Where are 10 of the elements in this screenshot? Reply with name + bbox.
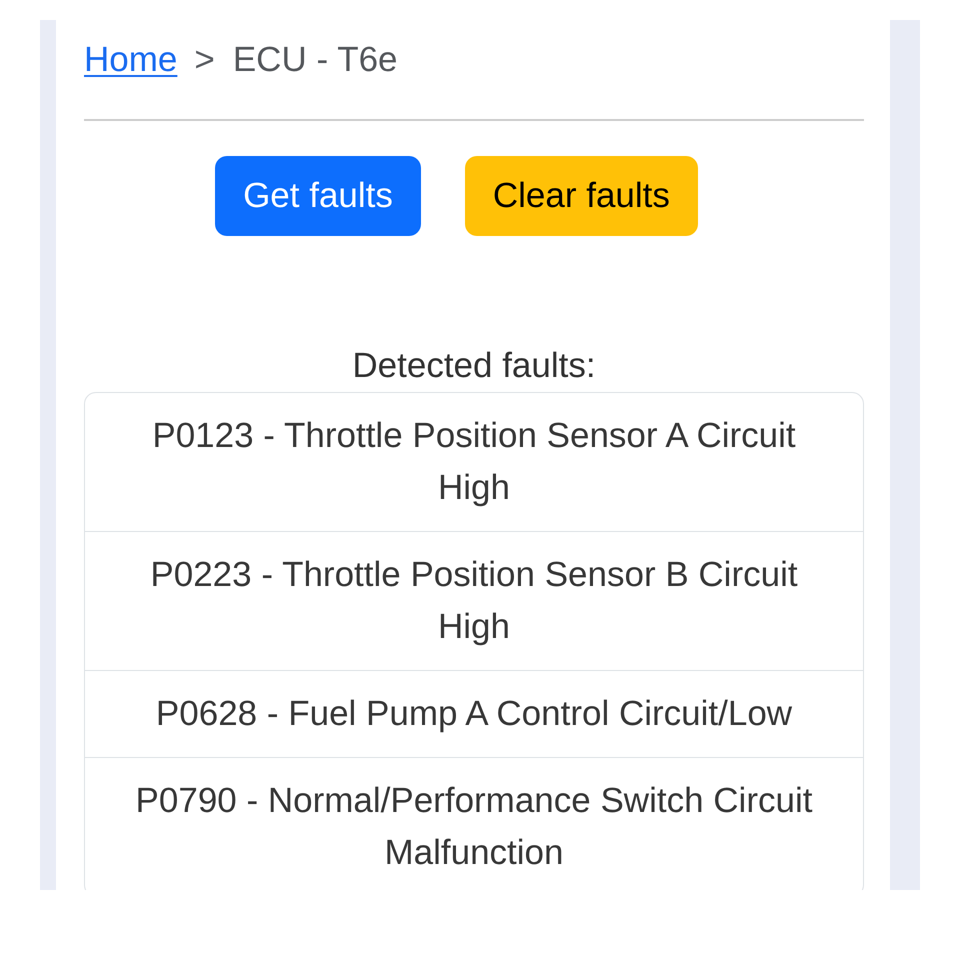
fault-list-item: P0123 - Throttle Position Sensor A Circuit High: [84, 392, 864, 532]
breadcrumb-current: ECU - T6e: [232, 39, 398, 81]
action-button[interactable]: Get faults: [215, 156, 421, 236]
fault-list-item: P0628 - Fuel Pump A Control Circuit/Low: [84, 671, 864, 758]
faults-heading: Detected faults:: [351, 345, 597, 387]
fault-list-item: P0790 - Normal/Performance Switch Circuit Malfunction: [84, 758, 864, 890]
action-button[interactable]: Clear faults: [464, 156, 698, 236]
breadcrumb-link[interactable]: Home: [84, 34, 178, 86]
breadcrumb-separator: >: [193, 39, 216, 81]
fault-list-item: P0223 - Throttle Position Sensor B Circuit High: [84, 532, 864, 671]
